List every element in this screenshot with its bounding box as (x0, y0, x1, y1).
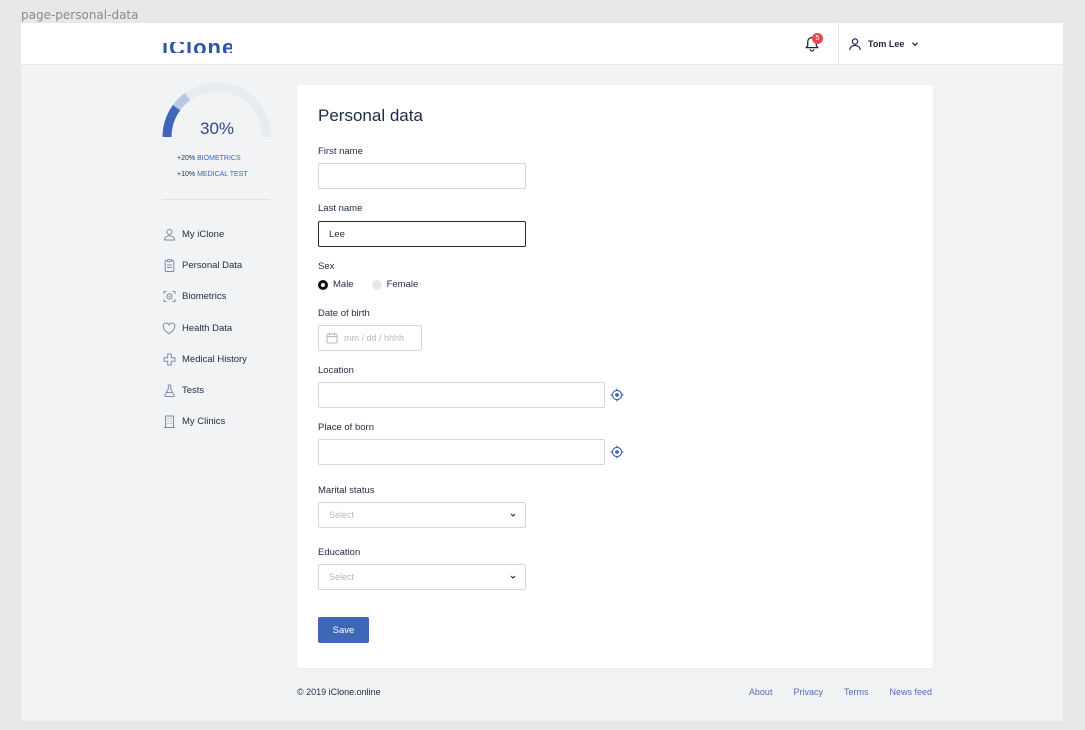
radio-label: Female (386, 279, 419, 290)
education-select[interactable]: Select (318, 564, 526, 590)
sidebar-divider (162, 199, 270, 200)
marital-status-label: Marital status (318, 485, 375, 496)
sidebar-item-label: Tests (182, 385, 205, 397)
footer-link-news-feed[interactable]: News feed (889, 687, 932, 697)
save-button[interactable]: Save (318, 617, 369, 643)
sex-label: Sex (318, 261, 335, 272)
radio-label: Male (333, 279, 354, 290)
flask-icon (162, 384, 176, 398)
select-placeholder: Select (329, 510, 355, 520)
date-of-birth-label: Date of birth (318, 308, 370, 319)
locate-icon[interactable] (610, 445, 624, 459)
heart-icon (162, 321, 176, 335)
last-name-label: Last name (318, 203, 363, 214)
frame-label: page-personal-data (21, 8, 139, 22)
sidebar-item-my-clinics[interactable]: My Clinics (162, 406, 292, 437)
footer-links: About Privacy Terms News feed (749, 687, 932, 697)
date-of-birth-input[interactable]: mm / dd / hhhh (318, 325, 422, 351)
sidebar-item-biometrics[interactable]: Biometrics (162, 281, 292, 312)
footer-copyright: © 2019 iClone.online (297, 687, 381, 697)
face-scan-icon (162, 290, 176, 304)
location-input[interactable] (318, 382, 605, 408)
locate-icon[interactable] (610, 388, 624, 402)
medical-cross-icon (162, 352, 176, 366)
first-name-input[interactable] (318, 163, 526, 189)
location-label: Location (318, 365, 354, 376)
chevron-down-icon (510, 575, 516, 579)
user-name: Tom Lee (868, 39, 905, 49)
bonus-medical-test: +10% MEDICAL TEST (177, 171, 248, 178)
bonus-biometrics: +20% BIOMETRICS (177, 155, 241, 162)
chevron-down-icon (912, 42, 919, 47)
select-placeholder: Select (329, 572, 355, 582)
sidebar-item-health-data[interactable]: Health Data (162, 313, 292, 344)
radio-dot (371, 279, 382, 290)
sidebar-item-personal-data[interactable]: Personal Data (162, 250, 292, 281)
place-of-born-input[interactable] (318, 439, 605, 465)
last-name-input[interactable] (318, 221, 526, 247)
sidebar-item-tests[interactable]: Tests (162, 375, 292, 406)
marital-status-select[interactable]: Select (318, 502, 526, 528)
notification-badge: 5 (812, 33, 823, 44)
footer-link-privacy[interactable]: Privacy (793, 687, 823, 697)
logo[interactable]: iClone (162, 33, 232, 53)
sidebar-item-label: Biometrics (182, 291, 227, 303)
place-of-born-label: Place of born (318, 422, 374, 433)
app-window: iClone 5 Tom Lee 30% +20% BIOMETRICS +10… (21, 23, 1063, 721)
gauge-segment-medical-test (172, 92, 191, 111)
sex-radio-group: Male Female (318, 279, 418, 290)
divider (838, 23, 839, 65)
calendar-icon (326, 332, 338, 344)
sidebar-item-label: Medical History (182, 353, 247, 365)
sidebar-item-label: Health Data (182, 322, 233, 334)
footer-link-about[interactable]: About (749, 687, 773, 697)
sex-option-female[interactable]: Female (371, 279, 419, 290)
sidebar-item-medical-history[interactable]: Medical History (162, 344, 292, 375)
education-label: Education (318, 547, 361, 558)
sidebar-item-my-iclone[interactable]: My iClone (162, 219, 292, 250)
first-name-label: First name (318, 146, 363, 157)
page-title: Personal data (318, 106, 423, 125)
sidebar-item-label: My Clinics (182, 416, 226, 428)
personal-data-card: Personal data First name Last name Sex M… (297, 85, 933, 668)
user-icon (162, 228, 176, 242)
footer-link-terms[interactable]: Terms (844, 687, 869, 697)
sidebar-nav: My iClone Personal Data Biometrics Healt… (162, 219, 292, 437)
top-bar: iClone 5 Tom Lee (21, 23, 1063, 65)
completion-percent: 30% (199, 119, 235, 138)
building-icon (162, 415, 176, 429)
user-icon (849, 38, 861, 51)
sex-option-male[interactable]: Male (318, 279, 354, 290)
radio-dot (318, 279, 328, 290)
sidebar-item-label: Personal Data (182, 260, 243, 272)
chevron-down-icon (510, 513, 516, 517)
date-placeholder: mm / dd / hhhh (344, 333, 405, 343)
sidebar-item-label: My iClone (182, 229, 225, 241)
logo-text: iClone (162, 35, 232, 54)
clipboard-icon (162, 259, 176, 273)
user-menu[interactable]: Tom Lee (848, 35, 920, 53)
